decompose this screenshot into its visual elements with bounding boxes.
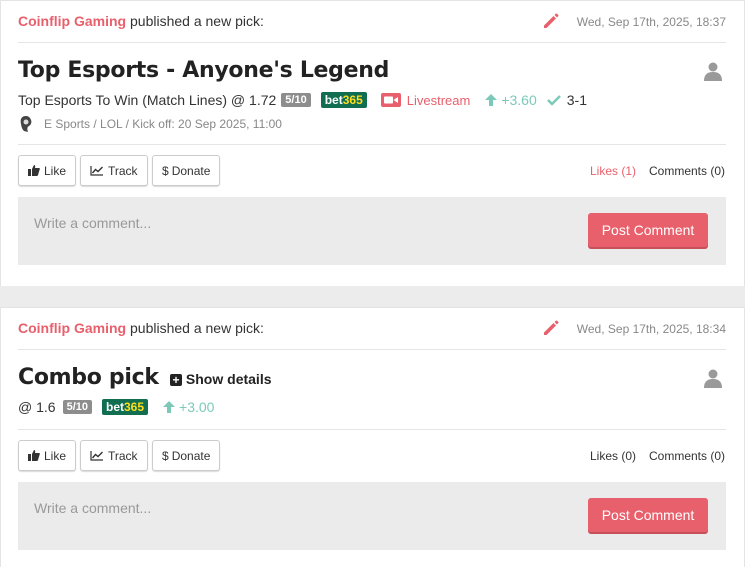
thumbs-up-icon (28, 450, 40, 461)
bookmaker-name-a: bet (106, 400, 124, 414)
thumbs-up-icon (28, 165, 40, 176)
author-line: Coinflip Gaming published a new pick: (18, 320, 264, 336)
donate-button[interactable]: $ Donate (152, 155, 221, 186)
pencil-icon[interactable] (541, 318, 561, 338)
arrow-up-icon (485, 94, 498, 106)
pick-title-text[interactable]: Combo pick (18, 365, 159, 390)
profit-value: +3.00 (179, 399, 215, 415)
pick-header: Coinflip Gaming published a new pick: We… (18, 308, 726, 350)
bookmaker-name-a: bet (324, 93, 343, 107)
arrow-up-icon (163, 401, 176, 413)
bookmaker-badge[interactable]: bet365 (320, 92, 367, 108)
post-date: Wed, Sep 17th, 2025, 18:37 (576, 15, 726, 29)
user-icon[interactable] (704, 368, 722, 388)
like-label: Like (44, 448, 67, 463)
pick-market: Top Esports To Win (Match Lines) @ 1.72 (18, 92, 277, 108)
post-comment-button[interactable]: Post Comment (588, 213, 708, 247)
comments-count[interactable]: Comments (0) (649, 449, 725, 463)
author-line: Coinflip Gaming published a new pick: (18, 13, 264, 29)
pick-odds: @ 1.6 (18, 399, 56, 415)
like-button[interactable]: Like (18, 440, 77, 471)
chart-line-icon (90, 166, 103, 176)
post-comment-button[interactable]: Post Comment (588, 498, 708, 532)
post-date: Wed, Sep 17th, 2025, 18:34 (576, 322, 726, 336)
show-details-toggle[interactable]: + Show details (170, 371, 272, 387)
track-label: Track (108, 163, 138, 178)
profit: +3.60 (484, 92, 537, 108)
like-label: Like (44, 163, 67, 178)
divider (18, 429, 726, 430)
camera-icon (380, 93, 401, 107)
comment-box: Write a comment... Post Comment (18, 482, 726, 550)
action-text: published a new pick: (126, 320, 264, 336)
livestream-label: Livestream (406, 92, 471, 108)
pick-title[interactable]: Top Esports - Anyone's Legend (18, 58, 389, 83)
result-score: 3-1 (566, 92, 587, 108)
donate-label: Donate (171, 163, 211, 178)
pick-header: Coinflip Gaming published a new pick: We… (18, 1, 726, 43)
divider (18, 144, 726, 145)
donate-label: Donate (171, 448, 211, 463)
plus-icon: + (170, 374, 183, 386)
dollar-icon: $ (162, 163, 169, 178)
pick-card: Coinflip Gaming published a new pick: We… (0, 0, 745, 286)
bookmaker-name-b: 365 (342, 93, 363, 107)
track-label: Track (108, 448, 138, 463)
profit-value: +3.60 (501, 92, 537, 108)
confidence-badge: 5/10 (281, 93, 311, 107)
like-button[interactable]: Like (18, 155, 77, 186)
game-icon (20, 116, 32, 132)
track-button[interactable]: Track (80, 155, 148, 186)
show-details-label: Show details (185, 371, 272, 387)
action-text: published a new pick: (126, 13, 264, 29)
comment-input[interactable]: Write a comment... (34, 500, 151, 516)
pick-title: Combo pick + Show details (18, 365, 272, 390)
likes-count[interactable]: Likes (1) (590, 164, 636, 178)
bookmaker-badge[interactable]: bet365 (102, 399, 149, 415)
donate-button[interactable]: $ Donate (152, 440, 221, 471)
event-meta-text: E Sports / LOL / Kick off: 20 Sep 2025, … (44, 117, 282, 131)
result: 3-1 (546, 92, 587, 108)
chart-line-icon (90, 451, 103, 461)
comment-input[interactable]: Write a comment... (34, 215, 151, 231)
check-icon (546, 95, 561, 106)
pick-details: Top Esports To Win (Match Lines) @ 1.72 … (18, 92, 587, 108)
author-link[interactable]: Coinflip Gaming (18, 13, 126, 29)
livestream-link[interactable]: Livestream (380, 92, 471, 108)
profit: +3.00 (162, 399, 214, 415)
comments-count[interactable]: Comments (0) (649, 164, 725, 178)
author-link[interactable]: Coinflip Gaming (18, 320, 126, 336)
pencil-icon[interactable] (541, 11, 561, 31)
user-icon[interactable] (704, 61, 722, 81)
confidence-badge: 5/10 (62, 400, 92, 414)
likes-count[interactable]: Likes (0) (590, 449, 636, 463)
pick-details: @ 1.6 5/10 bet365 +3.00 (18, 399, 214, 415)
pick-card: Coinflip Gaming published a new pick: We… (0, 307, 745, 567)
comment-box: Write a comment... Post Comment (18, 197, 726, 265)
event-meta: E Sports / LOL / Kick off: 20 Sep 2025, … (18, 115, 282, 133)
dollar-icon: $ (162, 448, 169, 463)
track-button[interactable]: Track (80, 440, 148, 471)
bookmaker-name-b: 365 (124, 400, 145, 414)
